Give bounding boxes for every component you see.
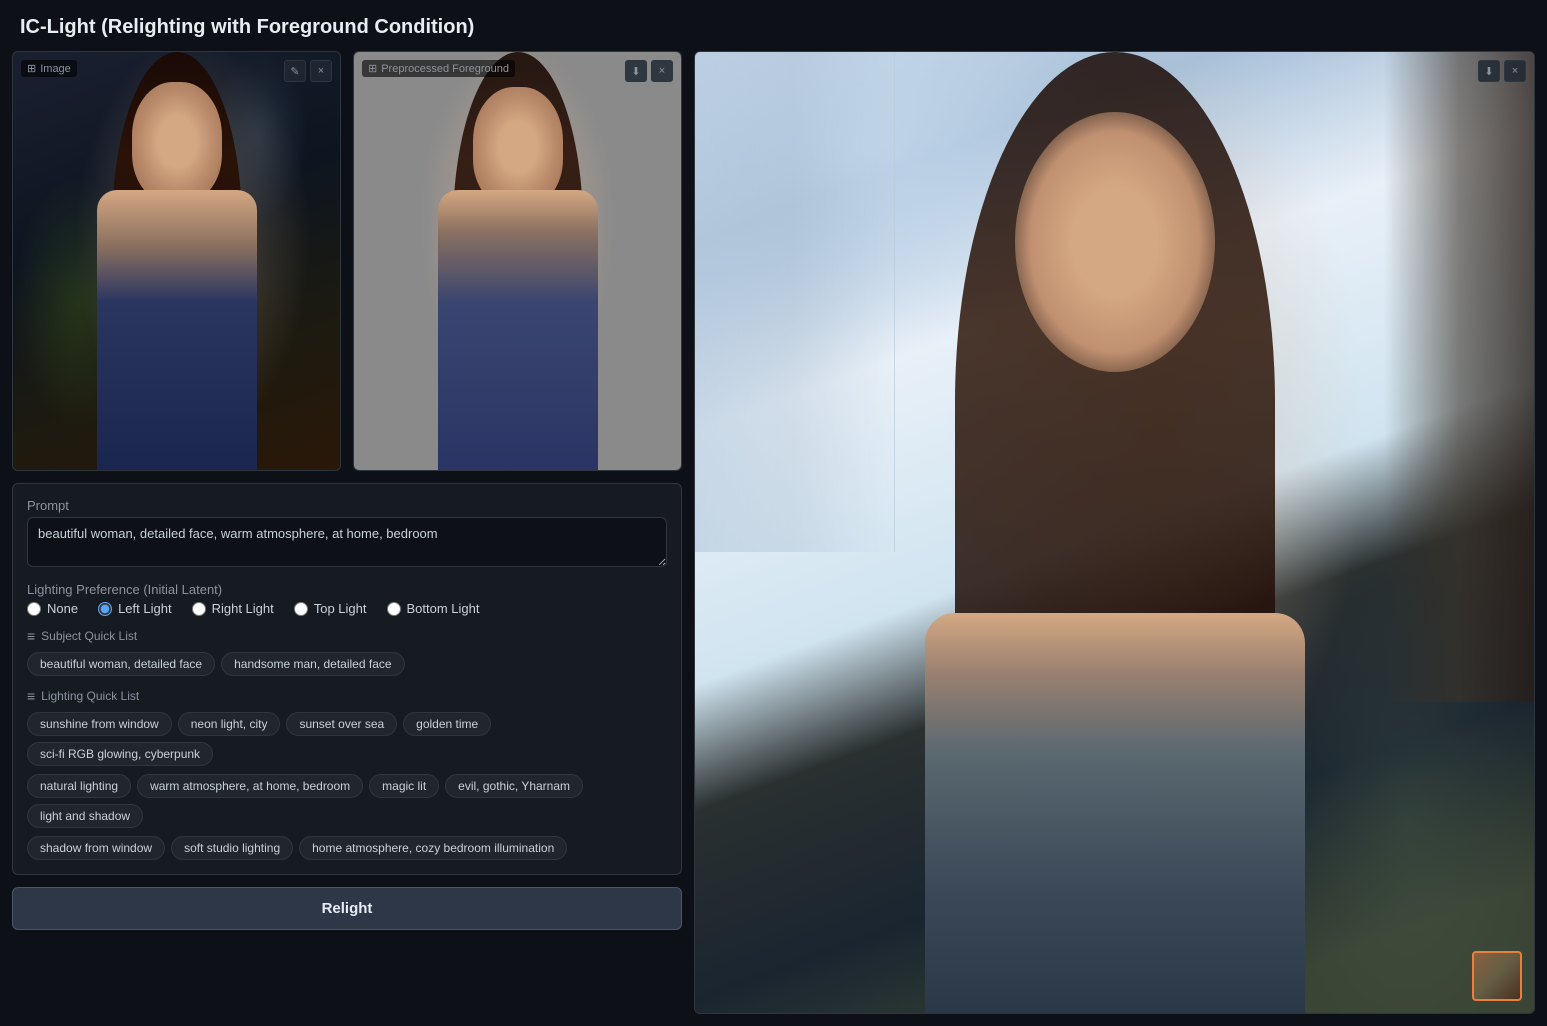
close-input-image-button[interactable]: × <box>310 60 332 82</box>
preprocessed-image-label: ⊞ Preprocessed Foreground <box>362 60 515 77</box>
radio-none-label: None <box>47 601 78 616</box>
preprocessed-image-sim <box>354 52 681 470</box>
output-controls: ⬇ × <box>1478 60 1526 82</box>
input-image-box: ⊞ Image ✎ × <box>12 51 341 471</box>
radio-top-light-label: Top Light <box>314 601 367 616</box>
input-image-label: ⊞ Image <box>21 60 77 77</box>
radio-top-light[interactable]: Top Light <box>294 601 367 616</box>
preprocessed-body <box>438 190 598 470</box>
radio-left-light-label: Left Light <box>118 601 172 616</box>
tag-natural-lighting[interactable]: natural lighting <box>27 774 131 798</box>
close-preprocessed-button[interactable]: × <box>651 60 673 82</box>
image-label-icon: ⊞ <box>27 62 36 75</box>
lighting-radio-group: None Left Light Right Light Top Light <box>27 601 667 616</box>
body-layer <box>97 190 257 470</box>
tag-beautiful-woman[interactable]: beautiful woman, detailed face <box>27 652 215 676</box>
output-face <box>1015 112 1215 372</box>
main-layout: ⊞ Image ✎ × ⊞ Preprocessed Foreground <box>0 51 1547 1026</box>
tag-evil-gothic[interactable]: evil, gothic, Yharnam <box>445 774 583 798</box>
lighting-quick-list: Lighting Quick List sunshine from window… <box>27 688 667 860</box>
input-image-sim <box>13 52 340 470</box>
prompt-input[interactable]: beautiful woman, detailed face, warm atm… <box>27 517 667 567</box>
tag-soft-studio[interactable]: soft studio lighting <box>171 836 293 860</box>
lighting-tags-row-1: sunshine from window neon light, city su… <box>27 712 667 766</box>
tag-neon-light-city[interactable]: neon light, city <box>178 712 281 736</box>
tag-home-atmosphere[interactable]: home atmosphere, cozy bedroom illuminati… <box>299 836 567 860</box>
lighting-tags-row-2: natural lighting warm atmosphere, at hom… <box>27 774 667 828</box>
subject-quick-list: Subject Quick List beautiful woman, deta… <box>27 628 667 676</box>
radio-right-light-label: Right Light <box>212 601 274 616</box>
tag-light-and-shadow[interactable]: light and shadow <box>27 804 143 828</box>
preprocessed-image-box: ⊞ Preprocessed Foreground ⬇ × <box>353 51 682 471</box>
subject-tags-row: beautiful woman, detailed face handsome … <box>27 652 667 676</box>
prompt-section: Prompt beautiful woman, detailed face, w… <box>27 498 667 570</box>
radio-right-light[interactable]: Right Light <box>192 601 274 616</box>
output-body <box>925 613 1305 1013</box>
tag-sunset-over-sea[interactable]: sunset over sea <box>286 712 397 736</box>
tag-handsome-man[interactable]: handsome man, detailed face <box>221 652 404 676</box>
tag-sunshine-from-window[interactable]: sunshine from window <box>27 712 172 736</box>
radio-bottom-light[interactable]: Bottom Light <box>387 601 480 616</box>
tag-sci-fi-rgb[interactable]: sci-fi RGB glowing, cyberpunk <box>27 742 213 766</box>
curtain-right <box>1384 52 1534 702</box>
download-output-button[interactable]: ⬇ <box>1478 60 1500 82</box>
thumbnail-strip <box>1472 951 1522 1001</box>
controls-panel: Prompt beautiful woman, detailed face, w… <box>12 483 682 875</box>
subject-quick-list-header: Subject Quick List <box>27 628 667 644</box>
lighting-quick-list-header: Lighting Quick List <box>27 688 667 704</box>
image-row: ⊞ Image ✎ × ⊞ Preprocessed Foreground <box>12 51 682 471</box>
output-image-sim <box>695 52 1534 1013</box>
preprocessed-image-controls: ⬇ × <box>625 60 673 82</box>
preprocessed-label-icon: ⊞ <box>368 62 377 75</box>
radio-left-light[interactable]: Left Light <box>98 601 172 616</box>
tag-warm-atmosphere[interactable]: warm atmosphere, at home, bedroom <box>137 774 363 798</box>
app-title: IC-Light (Relighting with Foreground Con… <box>0 0 1547 51</box>
relight-button[interactable]: Relight <box>12 887 682 930</box>
lighting-label: Lighting Preference (Initial Latent) <box>27 582 667 597</box>
edit-image-button[interactable]: ✎ <box>284 60 306 82</box>
output-thumbnail[interactable] <box>1472 951 1522 1001</box>
tag-golden-time[interactable]: golden time <box>403 712 491 736</box>
radio-bottom-light-label: Bottom Light <box>407 601 480 616</box>
tag-magic-lit[interactable]: magic lit <box>369 774 439 798</box>
left-panel: ⊞ Image ✎ × ⊞ Preprocessed Foreground <box>12 51 682 1014</box>
input-image-controls: ✎ × <box>284 60 332 82</box>
lighting-tags-row-3: shadow from window soft studio lighting … <box>27 836 667 860</box>
face-layer <box>132 82 222 202</box>
close-output-button[interactable]: × <box>1504 60 1526 82</box>
preprocessed-face <box>473 87 563 207</box>
tag-shadow-from-window[interactable]: shadow from window <box>27 836 165 860</box>
download-preprocessed-button[interactable]: ⬇ <box>625 60 647 82</box>
prompt-label: Prompt <box>27 498 667 513</box>
output-panel: ⬇ × <box>694 51 1535 1014</box>
radio-none[interactable]: None <box>27 601 78 616</box>
lighting-section: Lighting Preference (Initial Latent) Non… <box>27 582 667 616</box>
window-light <box>695 52 895 552</box>
